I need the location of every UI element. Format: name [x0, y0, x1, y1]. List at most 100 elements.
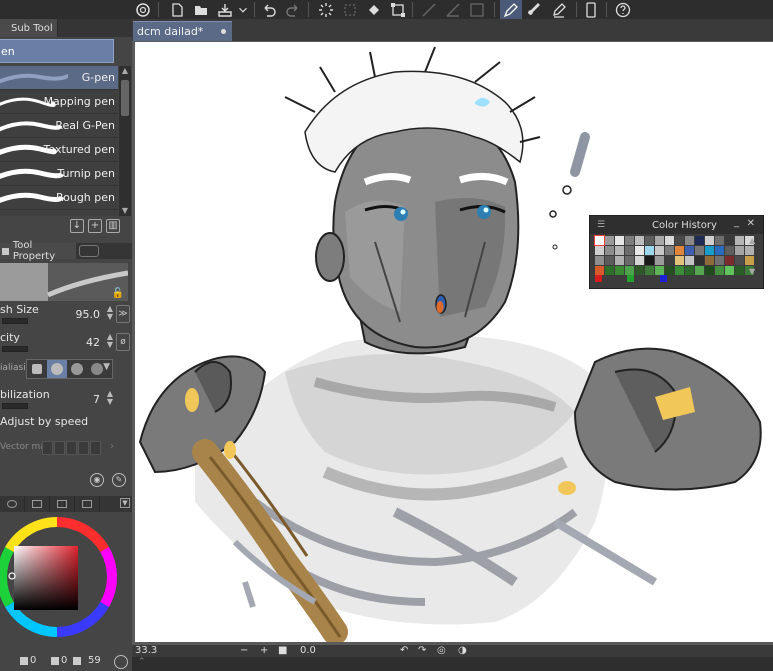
zoom-out-icon[interactable]: − — [240, 645, 248, 656]
color-history-titlebar[interactable]: ☰ Color History _ ✕ — [590, 216, 763, 234]
color-swatch[interactable] — [665, 236, 674, 245]
panel-menu-icon[interactable]: ☰ — [597, 220, 605, 230]
color-swatch[interactable] — [615, 246, 624, 255]
document-tab[interactable]: dcm dailad* — [133, 21, 232, 41]
trash-icon[interactable]: ▥ — [106, 219, 120, 233]
wrench-icon[interactable]: ✎ — [112, 473, 126, 487]
color-swatch[interactable] — [635, 246, 644, 255]
fill-bucket-icon[interactable] — [363, 0, 385, 19]
lock-icon[interactable]: 🔓 — [112, 288, 124, 299]
color-swatch[interactable] — [675, 256, 684, 265]
vector-option[interactable] — [78, 441, 89, 455]
antialiasing-medium-option[interactable] — [67, 360, 87, 378]
loading-spinner-icon[interactable] — [315, 0, 337, 19]
grid-icon[interactable] — [466, 0, 488, 19]
color-swatch[interactable] — [625, 246, 634, 255]
open-folder-icon[interactable] — [190, 0, 212, 19]
color-swatch[interactable] — [695, 266, 704, 275]
color-swatch[interactable] — [685, 246, 694, 255]
color-swatch[interactable] — [725, 266, 734, 275]
rotation-value[interactable]: 0.0 — [300, 645, 316, 656]
color-swatch[interactable] — [655, 246, 664, 255]
panel-menu-icon[interactable]: ▼ — [120, 498, 130, 508]
vector-magnet-options[interactable] — [42, 441, 101, 455]
redo-icon[interactable] — [282, 0, 304, 19]
opacity-dynamics-icon[interactable]: ø — [116, 333, 130, 351]
color-swatch[interactable] — [665, 256, 674, 265]
pen-mode-icon[interactable] — [500, 0, 522, 19]
brush-list-scrollbar[interactable]: ▲ ▼ — [119, 66, 131, 216]
color-swatch[interactable] — [705, 266, 714, 275]
color-swatch[interactable] — [605, 266, 614, 275]
color-wheel[interactable] — [0, 516, 118, 638]
reset-rotation-icon[interactable]: ◎ — [437, 645, 446, 656]
perspective-icon[interactable] — [442, 0, 464, 19]
vector-option[interactable] — [42, 441, 53, 455]
app-logo-icon[interactable] — [132, 0, 154, 19]
color-swatch[interactable] — [615, 256, 624, 265]
saturation-value[interactable]: 0 — [61, 655, 67, 666]
color-swatch[interactable] — [695, 236, 704, 245]
color-swatch[interactable] — [625, 266, 634, 275]
color-swatch[interactable] — [725, 256, 734, 265]
close-tab-icon[interactable] — [221, 29, 226, 34]
size-dynamics-icon[interactable]: ≫ — [116, 305, 130, 323]
scroll-down-icon[interactable]: ▼ — [120, 206, 130, 216]
help-icon[interactable] — [612, 0, 634, 19]
undo-icon[interactable] — [258, 0, 280, 19]
color-swatch[interactable] — [675, 246, 684, 255]
color-swatch[interactable] — [595, 256, 604, 265]
brush-size-value[interactable]: 95.0 — [76, 308, 101, 321]
smartphone-icon[interactable] — [580, 0, 602, 19]
brush-item-real-g-pen[interactable]: Real G-Pen — [0, 114, 118, 138]
color-swatch[interactable] — [705, 256, 714, 265]
deselect-icon[interactable] — [339, 0, 361, 19]
adjust-by-speed-checkbox[interactable]: Adjust by speed — [0, 415, 88, 428]
color-swatch[interactable] — [595, 246, 604, 255]
color-swatch[interactable] — [615, 236, 624, 245]
color-swatch[interactable] — [735, 246, 744, 255]
color-swatch[interactable] — [625, 236, 634, 245]
color-swatch[interactable] — [635, 236, 644, 245]
color-swatch[interactable] — [655, 256, 664, 265]
color-swatch[interactable] — [685, 266, 694, 275]
color-swatch[interactable] — [645, 246, 654, 255]
color-swatch[interactable] — [695, 246, 704, 255]
opacity-stepper-icon[interactable]: ▲ ▼ — [107, 333, 113, 349]
transparent-color-swatch[interactable] — [660, 275, 667, 282]
zoom-value[interactable]: 33.3 — [135, 645, 157, 656]
tab-tool-property[interactable]: Tool Property — [0, 240, 76, 262]
color-swatch[interactable] — [735, 256, 744, 265]
antialiasing-weak-option[interactable] — [47, 360, 67, 378]
new-file-icon[interactable] — [166, 0, 188, 19]
color-swatch[interactable] — [605, 256, 614, 265]
color-swatch[interactable] — [665, 266, 674, 275]
color-swatch[interactable] — [735, 266, 744, 275]
reset-icon[interactable]: ◉ — [90, 473, 104, 487]
save-menu-chevron-icon[interactable] — [236, 0, 250, 19]
color-swatch[interactable] — [715, 256, 724, 265]
opacity-value[interactable]: 42 — [86, 336, 100, 349]
tab-brush-size[interactable] — [79, 245, 99, 257]
color-swatch[interactable] — [675, 266, 684, 275]
rotate-right-icon[interactable]: ↷ — [418, 645, 426, 656]
tab-color-slider[interactable] — [25, 496, 50, 512]
brush-item-turnip-pen[interactable]: Turnip pen — [0, 162, 118, 186]
opacity-slider[interactable] — [2, 346, 28, 352]
color-swatch[interactable] — [655, 236, 664, 245]
vector-option[interactable] — [66, 441, 77, 455]
chevron-down-icon[interactable]: ▼ — [103, 362, 110, 372]
color-swatch[interactable] — [605, 236, 614, 245]
flip-horizontal-icon[interactable]: ◑ — [458, 645, 467, 656]
color-swatch[interactable] — [645, 256, 654, 265]
color-swatch[interactable] — [695, 256, 704, 265]
stabilization-value[interactable]: 7 — [93, 393, 100, 406]
color-swatch[interactable] — [615, 266, 624, 275]
import-icon[interactable]: ↓ — [70, 219, 84, 233]
brush-item-g-pen[interactable]: G-pen — [0, 66, 118, 90]
rotate-left-icon[interactable]: ↶ — [400, 645, 408, 656]
color-swatch[interactable] — [645, 266, 654, 275]
color-swatch[interactable] — [675, 236, 684, 245]
color-swatch[interactable] — [605, 246, 614, 255]
chevron-right-icon[interactable]: › — [110, 441, 114, 452]
